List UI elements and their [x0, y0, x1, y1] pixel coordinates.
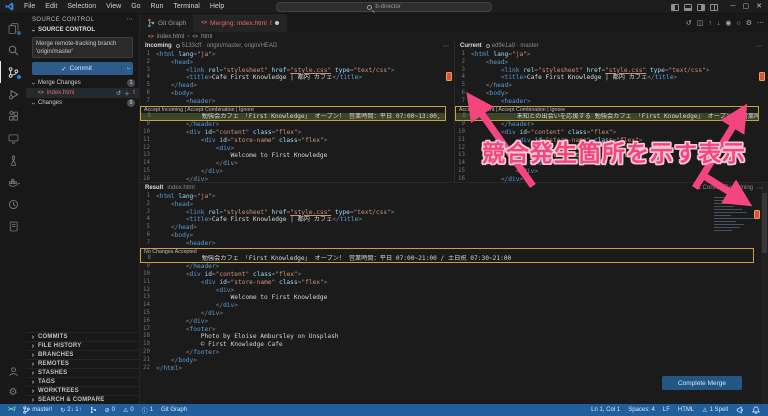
- current-conflict-marker: [759, 72, 765, 81]
- annotation-arrows: [466, 92, 753, 207]
- annotation-text: 競合発生箇所を示す表示: [482, 140, 746, 166]
- incoming-conflict-marker: [446, 72, 452, 81]
- result-conflict-marker: [754, 210, 760, 219]
- vscode-window: File Edit Selection View Go Run Terminal Help b…: [0, 0, 768, 416]
- arrow-to-result-conflict: [699, 171, 753, 207]
